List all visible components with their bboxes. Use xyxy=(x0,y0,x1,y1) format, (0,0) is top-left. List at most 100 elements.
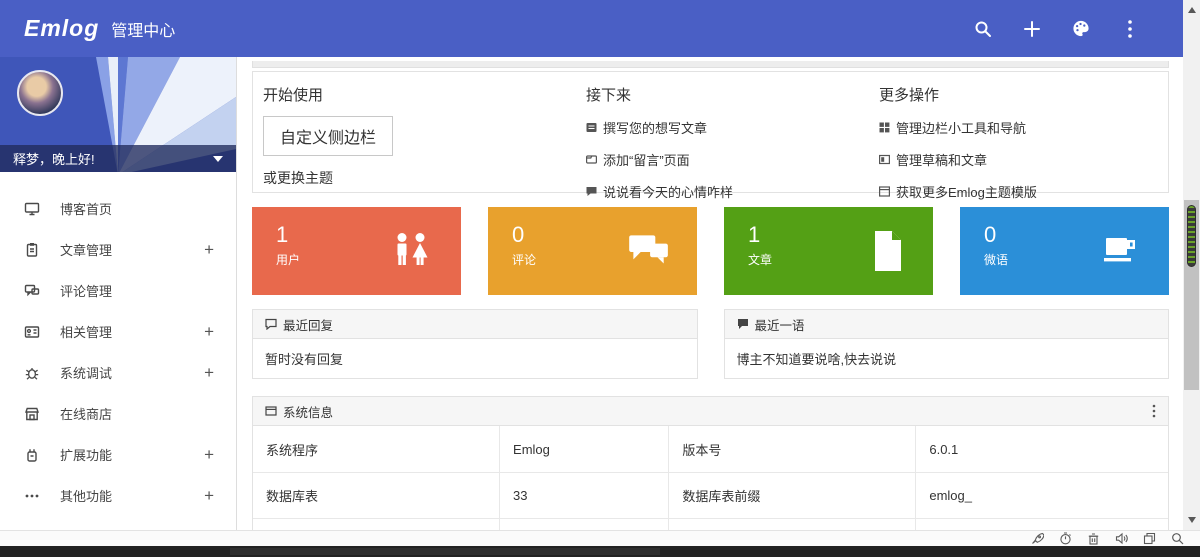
expand-plus[interactable]: + xyxy=(204,363,214,383)
table-row: 服务器操作系统 Windows NT 服务器端口 80 xyxy=(253,518,1168,530)
sys-value: Emlog xyxy=(500,426,669,472)
link-label: 添加“留言”页面 xyxy=(603,150,690,169)
scrolled-panel-sliver xyxy=(252,61,1169,68)
chat-filled-icon xyxy=(737,318,749,330)
magnifier-icon[interactable] xyxy=(1171,532,1184,545)
panel-body: 暂时没有回复 xyxy=(253,339,697,378)
sys-value: Windows NT xyxy=(500,519,669,530)
link-label: 管理边栏小工具和导航 xyxy=(896,118,1026,137)
windows-icon[interactable] xyxy=(1143,532,1156,545)
topbar: Emlog 管理中心 xyxy=(0,0,1183,57)
sidebar-menu: 博客首页 文章管理 + 评论管理 相关管理 + 系统调试 + xyxy=(0,172,236,516)
speaker-icon[interactable] xyxy=(1115,532,1128,545)
window-outline-icon xyxy=(265,405,277,417)
panel-title: 最近回复 xyxy=(283,315,333,334)
info-panels: 最近回复 暂时没有回复 最近一语 博主不知道要说啥,快去说说 xyxy=(252,309,1169,379)
sidebar-item-related[interactable]: 相关管理 + xyxy=(0,311,236,352)
add-icon[interactable] xyxy=(1023,20,1041,38)
manage-drafts-link[interactable]: 管理草稿和文章 xyxy=(879,150,1148,169)
sidebar-item-label: 相关管理 xyxy=(60,322,112,341)
sys-key: 版本号 xyxy=(669,426,916,472)
link-label: 说说看今天的心情咋样 xyxy=(603,182,733,201)
sys-value: 33 xyxy=(500,473,669,518)
sidebar-item-other[interactable]: 其他功能 + xyxy=(0,475,236,516)
change-theme-link[interactable]: 或更换主题 xyxy=(263,168,576,188)
sys-key: 数据库表 xyxy=(253,473,500,518)
sidebar-item-comments[interactable]: 评论管理 xyxy=(0,270,236,311)
scroll-up-arrow-icon[interactable] xyxy=(1183,2,1200,18)
sys-value: 6.0.1 xyxy=(916,426,1168,472)
edit-icon xyxy=(586,122,597,133)
clipboard-icon xyxy=(24,242,40,258)
welcome-more-column: 更多操作 管理边栏小工具和导航 管理草稿和文章 获取更多Emlog主题模版 xyxy=(879,84,1158,180)
sidebar-item-label: 文章管理 xyxy=(60,240,112,259)
palette-icon[interactable] xyxy=(1072,20,1090,38)
panel-title: 最近一语 xyxy=(755,315,805,334)
recent-note-panel: 最近一语 博主不知道要说啥,快去说说 xyxy=(724,309,1170,379)
capture-toolbar xyxy=(0,530,1200,546)
expand-plus[interactable]: + xyxy=(204,240,214,260)
idcard-icon xyxy=(24,324,40,340)
sidebar-item-label: 系统调试 xyxy=(60,363,112,382)
expand-plus[interactable]: + xyxy=(204,445,214,465)
stat-card-articles[interactable]: 1 文章 xyxy=(724,207,933,295)
grid-icon xyxy=(879,122,890,133)
link-label: 管理草稿和文章 xyxy=(896,150,987,169)
stat-card-comments[interactable]: 0 评论 xyxy=(488,207,697,295)
sidebar-item-store[interactable]: 在线商店 xyxy=(0,393,236,434)
search-icon[interactable] xyxy=(974,20,992,38)
page-icon xyxy=(586,154,597,165)
topbar-title: 管理中心 xyxy=(111,17,175,41)
section-title: 更多操作 xyxy=(879,84,1148,105)
link-label: 获取更多Emlog主题模版 xyxy=(896,182,1037,201)
bug-icon xyxy=(24,365,40,381)
rocket-icon[interactable] xyxy=(1031,532,1044,545)
customize-sidebar-button[interactable]: 自定义侧边栏 xyxy=(263,116,393,156)
stat-card-notes[interactable]: 0 微语 xyxy=(960,207,1169,295)
chevron-down-icon[interactable] xyxy=(213,156,223,162)
chat-icon xyxy=(586,186,597,197)
welcome-start-column: 开始使用 自定义侧边栏 或更换主题 xyxy=(263,84,586,180)
manage-widgets-link[interactable]: 管理边栏小工具和导航 xyxy=(879,118,1148,137)
more-vertical-icon[interactable] xyxy=(1121,20,1139,38)
table-row: 系统程序 Emlog 版本号 6.0.1 xyxy=(253,426,1168,472)
section-title: 接下来 xyxy=(586,84,869,105)
sidebar-hero-banner: 释梦，晚上好! xyxy=(0,57,236,172)
expand-plus[interactable]: + xyxy=(204,486,214,506)
write-article-link[interactable]: 撰写您的想写文章 xyxy=(586,118,869,137)
taskbar-segment xyxy=(230,548,660,555)
panel-body: 博主不知道要说啥,快去说说 xyxy=(725,339,1169,378)
browser-icon xyxy=(879,186,890,197)
scrollbar[interactable] xyxy=(1183,0,1200,530)
panel-menu-icon[interactable] xyxy=(1152,404,1156,418)
get-themes-link[interactable]: 获取更多Emlog主题模版 xyxy=(879,182,1148,201)
stat-card-users[interactable]: 1 用户 xyxy=(252,207,461,295)
panel-header: 最近一语 xyxy=(725,310,1169,339)
sidebar-item-label: 在线商店 xyxy=(60,404,112,423)
comments-icon xyxy=(24,283,40,299)
panel-header: 系统信息 xyxy=(253,397,1168,426)
sidebar-item-articles[interactable]: 文章管理 + xyxy=(0,229,236,270)
sidebar-item-blog-home[interactable]: 博客首页 xyxy=(0,188,236,229)
sys-key: 服务器操作系统 xyxy=(253,519,500,530)
ellipsis-icon xyxy=(24,488,40,504)
table-row: 数据库表 33 数据库表前缀 emlog_ xyxy=(253,472,1168,518)
link-label: 撰写您的想写文章 xyxy=(603,118,707,137)
greeting-bar: 释梦，晚上好! xyxy=(0,145,236,172)
scroll-down-arrow-icon[interactable] xyxy=(1183,512,1200,528)
expand-plus[interactable]: + xyxy=(204,322,214,342)
sys-key: 数据库表前缀 xyxy=(669,473,916,518)
sys-value: 80 xyxy=(916,519,1168,530)
post-mood-link[interactable]: 说说看今天的心情咋样 xyxy=(586,182,869,201)
sidebar-item-extensions[interactable]: 扩展功能 + xyxy=(0,434,236,475)
main-content: 开始使用 自定义侧边栏 或更换主题 接下来 撰写您的想写文章 添加“留言”页面 … xyxy=(238,57,1183,530)
user-avatar[interactable] xyxy=(17,70,63,116)
sidebar-item-debug[interactable]: 系统调试 + xyxy=(0,352,236,393)
timer-icon[interactable] xyxy=(1059,532,1072,545)
trash-icon[interactable] xyxy=(1087,532,1100,545)
section-title: 开始使用 xyxy=(263,84,576,105)
greeting-text: 释梦，晚上好! xyxy=(13,149,95,168)
add-message-page-link[interactable]: 添加“留言”页面 xyxy=(586,150,869,169)
bottom-taskbar xyxy=(0,546,1200,557)
sidebar: 释梦，晚上好! 博客首页 文章管理 + 评论管理 相关管理 xyxy=(0,57,237,530)
